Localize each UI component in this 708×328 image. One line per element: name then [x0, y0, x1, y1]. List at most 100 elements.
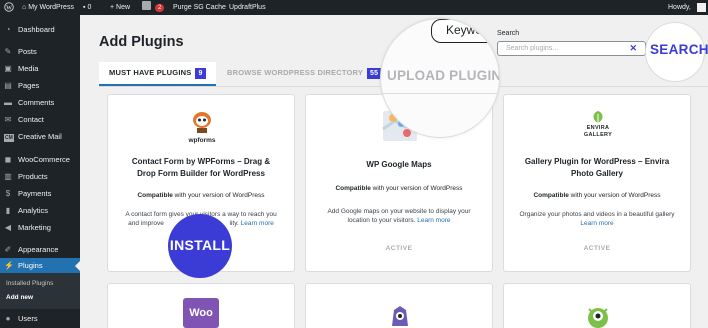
pin-icon: ✎ [4, 47, 12, 56]
woo-logo-icon: Woo [183, 298, 219, 328]
sidebar-item-woocommerce[interactable]: ◼ WooCommerce [0, 152, 80, 168]
howdy-user-link[interactable]: Howdy, [668, 0, 691, 15]
page-icon: ▤ [4, 81, 12, 90]
envira-wordmark: ENVIRA GALLERY [583, 125, 613, 138]
plugin-card-monsterinsights [305, 283, 493, 328]
install-zoom: INSTALL [168, 214, 232, 278]
clear-search-icon[interactable]: ✕ [629, 42, 637, 55]
megaphone-icon: ◀ [4, 223, 12, 232]
learn-more-link[interactable]: Learn more [241, 220, 274, 227]
sidebar-item-marketing[interactable]: ◀ Marketing [0, 220, 80, 236]
plugins-submenu: Installed Plugins Add new [0, 273, 80, 309]
comments-link[interactable]: ▪ 0 [83, 0, 91, 15]
yoast-link[interactable]: 2 [142, 0, 165, 15]
cm-icon: CM [4, 134, 14, 142]
dashboard-icon: ◔ [5, 25, 11, 34]
brush-icon: ✐ [4, 245, 12, 254]
learn-more-link[interactable]: Learn more [417, 217, 450, 224]
sidebar-item-pages[interactable]: ▤ Pages [0, 78, 80, 94]
sidebar-item-posts[interactable]: ✎ Posts [0, 44, 80, 60]
comment-bubble-icon: ▪ [83, 4, 86, 11]
search-button[interactable]: SEARCH [650, 42, 708, 57]
plug-icon: ⚡ [4, 261, 14, 270]
sidebar-item-dashboard[interactable]: ◔ Dashboard [0, 22, 80, 38]
mail-icon: ✉ [4, 115, 12, 124]
media-icon: ▣ [4, 64, 12, 73]
sidebar-item-label: Users [18, 314, 38, 323]
wpforms-wordmark: wpforms [188, 137, 216, 144]
avatar[interactable] [697, 3, 706, 12]
sidebar-item-label: Creative Mail [18, 132, 62, 141]
sidebar-item-label: Plugins [18, 261, 43, 270]
updraftplus-link[interactable]: UpdraftPlus [229, 0, 266, 15]
tab-must-have-plugins[interactable]: MUST HAVE PLUGINS 9 [99, 62, 216, 86]
purge-cache-link[interactable]: Purge SG Cache [173, 0, 226, 15]
site-name-link[interactable]: ⌂ My WordPress [22, 0, 74, 15]
page-title: Add Plugins [99, 34, 184, 50]
site-name-label: My WordPress [28, 4, 74, 11]
plugin-title[interactable]: WP Google Maps [306, 159, 492, 171]
learn-more-link[interactable]: Learn more [580, 220, 613, 227]
products-icon: ▥ [4, 172, 12, 181]
home-icon: ⌂ [22, 4, 27, 11]
sidebar-item-products[interactable]: ▥ Products [0, 169, 80, 185]
search-label: Search [497, 30, 520, 37]
admin-sidebar: ◔ Dashboard ✎ Posts ▣ Media ▤ Pages ▬ Comment… [0, 15, 80, 328]
yoast-notification-badge: 2 [154, 4, 165, 12]
zoom-divider [381, 93, 499, 94]
compat-text: Compatible with your version of WordPres… [137, 192, 265, 199]
sidebar-item-analytics[interactable]: ▮ Analytics [0, 203, 80, 219]
sidebar-item-label: Analytics [18, 206, 49, 215]
sidebar-item-plugins[interactable]: ⚡ Plugins [0, 258, 80, 274]
admin-bar: W ⌂ My WordPress ▪ 0 + New 2 Purge SG Ca… [0, 0, 708, 15]
upload-plugin-zoom: Keywor UPLOAD PLUGIN [380, 18, 500, 138]
tab-count-badge: 9 [195, 68, 206, 79]
plus-icon: + [110, 4, 115, 11]
tab-browse-directory[interactable]: BROWSE WORDPRESS DIRECTORY 55 [227, 62, 382, 86]
user-icon: ● [5, 314, 11, 323]
woo-icon: ◼ [4, 155, 12, 164]
plugin-status: ACTIVE [583, 245, 611, 252]
search-placeholder: Search plugins... [506, 45, 559, 52]
sidebar-item-label: Marketing [18, 223, 51, 232]
plugin-title[interactable]: Contact Form by WPForms – Drag & Drop Fo… [108, 156, 294, 180]
plugin-description: Organize your photos and videos in a bea… [519, 211, 675, 227]
sidebar-item-label: Appearance [18, 245, 59, 254]
compat-text: Compatible with your version of WordPres… [335, 185, 463, 192]
plugin-title[interactable]: Gallery Plugin for WordPress – Envira Ph… [504, 156, 690, 180]
submenu-installed-plugins[interactable]: Installed Plugins [6, 280, 53, 287]
comments-count: 0 [87, 4, 92, 11]
sidebar-item-media[interactable]: ▣ Media [0, 61, 80, 77]
sidebar-item-label: Products [18, 172, 48, 181]
keyword-label: Keywor [446, 23, 487, 37]
sidebar-item-label: Comments [18, 98, 55, 107]
optinmonster-logo-icon [584, 302, 612, 328]
wordpress-logo-icon[interactable]: W [4, 0, 14, 15]
plugin-description: Add Google maps on your website to displ… [327, 208, 471, 224]
upload-plugin-button[interactable]: UPLOAD PLUGIN [387, 68, 499, 83]
plugin-card-optinmonster [503, 283, 691, 328]
sidebar-item-label: Media [18, 64, 39, 73]
sidebar-item-label: Pages [18, 81, 40, 90]
new-content-link[interactable]: + New [110, 0, 130, 15]
sidebar-item-appearance[interactable]: ✐ Appearance [0, 242, 80, 258]
sidebar-item-users[interactable]: ● Users [0, 311, 80, 327]
sidebar-item-comments[interactable]: ▬ Comments [0, 95, 80, 111]
tab-label: MUST HAVE PLUGINS [109, 68, 192, 77]
submenu-add-new[interactable]: Add new [6, 294, 33, 301]
sidebar-item-creative-mail[interactable]: CM Creative Mail [0, 129, 80, 145]
sidebar-item-label: Posts [18, 47, 37, 56]
svg-text:W: W [6, 5, 12, 11]
sidebar-item-label: Payments [18, 189, 52, 198]
sidebar-item-contact[interactable]: ✉ Contact [0, 112, 80, 128]
plugin-card-envira-gallery: ENVIRA GALLERY Gallery Plugin for WordPr… [503, 94, 691, 272]
sidebar-item-label: Dashboard [18, 25, 55, 34]
monster-logo-icon [388, 304, 412, 328]
sidebar-item-payments[interactable]: $ Payments [0, 186, 80, 202]
payments-icon: $ [5, 189, 11, 198]
tab-label: BROWSE WORDPRESS DIRECTORY [227, 68, 364, 77]
search-input[interactable]: Search plugins... ✕ [497, 41, 646, 56]
plugin-status: ACTIVE [385, 245, 413, 252]
keyword-select[interactable]: Keywor [431, 19, 499, 43]
install-button[interactable]: INSTALL [168, 237, 232, 253]
